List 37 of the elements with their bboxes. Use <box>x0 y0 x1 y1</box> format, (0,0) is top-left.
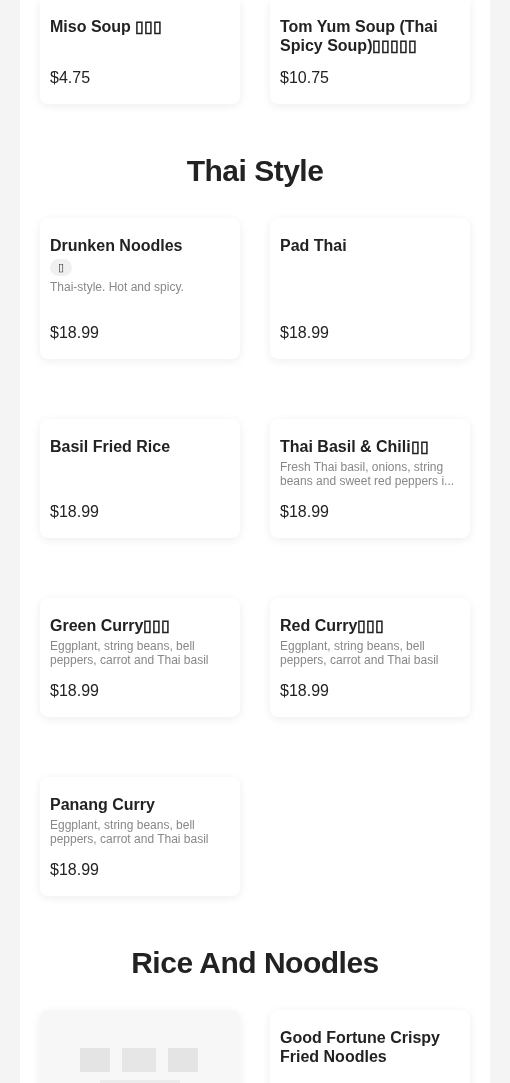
item-name: Thai Basil & Chili▯▯ <box>280 437 429 456</box>
menu-item-card[interactable]: Tom Yum Soup (Thai Spicy Soup)▯▯▯▯▯ $10.75 <box>270 0 470 104</box>
menu-item-card[interactable]: Green Curry▯▯▯ Eggplant, string beans, bell peppers, carrot and Thai basil $18.99 <box>40 598 240 717</box>
section-heading: Thai Style <box>185 154 325 188</box>
item-description: Fresh Thai basil, onions, string beans and sweet red peppers i... <box>280 460 456 488</box>
menu-item-card[interactable]: Miso Soup ▯▯▯ $4.75 <box>40 0 240 104</box>
item-price: $18.99 <box>50 323 99 343</box>
item-description: Eggplant, string beans, bell peppers, carrot and Thai basil <box>50 818 210 846</box>
item-name: Miso Soup ▯▯▯ <box>50 17 163 36</box>
item-description: Thai-style. Hot and spicy. <box>50 280 184 294</box>
item-price: $18.99 <box>280 681 329 701</box>
menu-item-card[interactable]: Thai Basil & Chili▯▯ Fresh Thai basil, onions, string beans and sweet red peppers i... $18.99 <box>270 419 470 538</box>
item-description: Eggplant, string beans, bell peppers, carrot and Thai basil <box>280 639 440 667</box>
item-price: $10.75 <box>280 68 329 88</box>
item-tag: ▯ <box>50 259 72 276</box>
item-price: $4.75 <box>50 68 91 88</box>
item-name: Good Fortune Crispy Fried Noodles <box>280 1028 441 1066</box>
menu-item-card[interactable]: Basil Fried Rice $18.99 <box>40 419 240 538</box>
item-description: Eggplant, string beans, bell peppers, carrot and Thai basil <box>50 639 210 667</box>
item-price: $18.99 <box>280 502 329 522</box>
item-name: Drunken Noodles <box>50 236 183 255</box>
menu-item-card[interactable]: Good Fortune Crispy Fried Noodles <box>270 1010 470 1083</box>
item-price: $18.99 <box>280 323 329 343</box>
item-name: Red Curry▯▯▯ <box>280 616 385 635</box>
item-name: Tom Yum Soup (Thai Spicy Soup)▯▯▯▯▯ <box>280 17 439 55</box>
item-name: Panang Curry <box>50 795 155 814</box>
item-name: Basil Fried Rice <box>50 437 171 456</box>
menu-item-card[interactable]: Red Curry▯▯▯ Eggplant, string beans, bell peppers, carrot and Thai basil $18.99 <box>270 598 470 717</box>
item-price: $18.99 <box>50 860 99 880</box>
item-name: Green Curry▯▯▯ <box>50 616 171 635</box>
item-price: $18.99 <box>50 681 99 701</box>
menu-item-card[interactable]: Pad Thai $18.99 <box>270 218 470 359</box>
menu-item-card[interactable]: Drunken Noodles ▯ Thai-style. Hot and spicy. $18.99 <box>40 218 240 359</box>
item-name: Pad Thai <box>280 236 347 255</box>
menu-item-card[interactable]: Panang Curry Eggplant, string beans, bell peppers, carrot and Thai basil $18.99 <box>40 777 240 896</box>
item-price: $18.99 <box>50 502 99 522</box>
section-heading: Rice And Noodles <box>130 946 380 980</box>
